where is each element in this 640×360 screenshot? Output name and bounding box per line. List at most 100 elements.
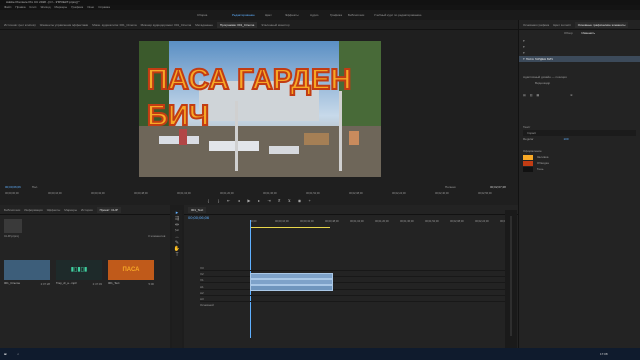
title-thumb-icon: ПАСА <box>122 267 140 273</box>
edit-tab[interactable]: Изменить <box>581 31 595 35</box>
mark-in-icon[interactable]: { <box>206 198 211 203</box>
source-tab[interactable]: Микш. аудиоклипа: 001_Cinema <box>92 23 136 27</box>
timeline-tick: 00;00;16;00 <box>275 220 289 223</box>
go-to-out-icon[interactable]: ⇥ <box>267 198 272 203</box>
timeline-tab[interactable]: 001_Text <box>188 207 207 213</box>
fit-select[interactable]: Пол. <box>32 185 38 189</box>
ruler-tick: 00;02;56;00 <box>478 192 492 195</box>
stroke-color-swatch[interactable] <box>523 160 533 166</box>
workspace-tab[interactable]: Библиотеки <box>348 10 364 20</box>
project-thumb-icon <box>4 219 22 233</box>
work-area-bar[interactable] <box>250 227 330 228</box>
ruler-tick: 00;00;32;00 <box>91 192 105 195</box>
fill-color-swatch[interactable] <box>523 154 533 160</box>
shadow-color-swatch[interactable] <box>523 166 533 172</box>
ruler-tick: 00;01;52;00 <box>306 192 320 195</box>
workspace-tab[interactable]: Графика <box>330 10 342 20</box>
search-icon[interactable]: ⌕ <box>17 352 19 356</box>
ruler-tick: 00;00;16;00 <box>48 192 62 195</box>
timeline-tick: 00;02;08;00 <box>450 220 464 223</box>
text-layer-icon: T <box>523 57 525 61</box>
source-tabs: Источник: (нет клипов) Элементы управлени… <box>0 20 518 30</box>
font-size-value[interactable]: 100 <box>564 137 569 141</box>
workspace-tab[interactable]: Эффекты <box>285 10 299 20</box>
font-select[interactable]: Impact <box>527 131 536 135</box>
project-item[interactable]: ▮▯▮▯▮ Trap_dr_a...mp3 2:47:03 <box>56 260 104 288</box>
go-to-in-icon[interactable]: ⇤ <box>226 198 231 203</box>
project-tab[interactable]: Библиотеки <box>4 208 20 212</box>
menu-item[interactable]: Эпизод <box>40 5 50 9</box>
menu-item[interactable]: Графика <box>71 5 83 9</box>
position-icon[interactable]: ⊕ <box>570 92 573 98</box>
timeline-tick: 00;01;36;00 <box>400 220 414 223</box>
browse-tab[interactable]: Обзор <box>564 31 573 35</box>
source-tab[interactable]: Микшер аудиодорожек: 001_Cinema <box>141 23 192 27</box>
export-frame-icon[interactable]: ◉ <box>297 198 302 203</box>
lift-icon[interactable]: ⊼ <box>277 198 282 203</box>
type-icon[interactable]: T <box>172 252 182 258</box>
project-item[interactable]: 001_Cinema 2:07:28 <box>4 260 52 288</box>
mark-out-icon[interactable]: } <box>216 198 221 203</box>
audio-meters <box>505 210 517 348</box>
ruler-tick: 00;01;20;00 <box>220 192 234 195</box>
project-item[interactable]: ПАСА 001_Text 5:00 <box>108 260 156 288</box>
graphics-tab[interactable]: Цвет Lumetri <box>553 23 571 27</box>
layer-name[interactable]: ПАСА ГАРДЕН БИЧ <box>526 57 553 61</box>
menu-item[interactable]: Файл <box>4 5 11 9</box>
timeline-tick: 00;01;52;00 <box>425 220 439 223</box>
project-item-duration: 2:47:03 <box>92 282 102 286</box>
ruler-tick: 00;02;08;00 <box>349 192 363 195</box>
project-tab[interactable]: Проект: CLIP <box>96 207 121 213</box>
align-left-icon[interactable]: ▤ <box>523 92 526 98</box>
timeline-tick: 00;01;20;00 <box>375 220 389 223</box>
menu-item[interactable]: Маркеры <box>55 5 68 9</box>
project-items: 001_Cinema 2:07:28 ▮▯▮▯▮ Trap_dr_a...mp3 2:4… <box>4 260 168 290</box>
align-center-icon[interactable]: ▥ <box>530 92 533 98</box>
menu-item[interactable]: Клип <box>30 5 37 9</box>
menu-item[interactable]: Правка <box>15 5 25 9</box>
essential-graphics-panel: Основная графика Цвет Lumetri Основные гра… <box>518 20 640 348</box>
project-tab[interactable]: Эффекты <box>47 208 61 212</box>
source-tab[interactable]: Элементы управления эффектами <box>40 23 89 27</box>
project-tab[interactable]: История <box>81 208 93 212</box>
step-back-icon[interactable]: ◂ <box>236 198 241 203</box>
workspace-tab[interactable]: Учебный курс по редактированию <box>374 10 421 20</box>
text-section-label: Текст <box>523 125 531 129</box>
align-right-icon[interactable]: ▦ <box>536 92 539 98</box>
source-tab[interactable]: Эталонный монитор <box>261 23 289 27</box>
project-tab[interactable]: Информация <box>24 208 42 212</box>
video-tracks: V3 V2 V1 <box>200 265 516 283</box>
title-overlay-line1: ПАСА ГАРДЕН <box>146 64 352 96</box>
workspace-tab[interactable]: Редактирование <box>232 10 255 20</box>
extract-icon[interactable]: ⊻ <box>287 198 292 203</box>
timeline-timecode[interactable]: 00;00;06;06 <box>188 215 209 220</box>
start-icon[interactable]: ⊞ <box>4 352 7 356</box>
menu-item[interactable]: Справка <box>98 5 110 9</box>
quality-select[interactable]: Полная <box>445 185 455 189</box>
graphics-tab[interactable]: Основные графические элементы <box>574 22 629 28</box>
master-track-label: Основной <box>200 303 214 307</box>
project-tabs: Библиотеки Информация Эффекты Маркеры Истори… <box>0 205 170 215</box>
menu-item[interactable]: Окно <box>87 5 94 9</box>
graphics-tab[interactable]: Основная графика <box>523 23 549 27</box>
ruler-tick: 00;01;04;00 <box>177 192 191 195</box>
workspace-tab[interactable]: Аудио <box>310 10 318 20</box>
step-forward-icon[interactable]: ▸ <box>257 198 262 203</box>
play-icon[interactable]: ▶ <box>246 198 251 203</box>
video-track-header[interactable]: V1 <box>200 277 516 283</box>
audio-clip[interactable] <box>250 285 333 291</box>
project-tab[interactable]: Маркеры <box>64 208 77 212</box>
workspace-tab[interactable]: Цвет <box>265 10 272 20</box>
pin-to-select[interactable]: Видеокадр <box>535 81 550 85</box>
workspace-tab[interactable]: Сборка <box>197 10 207 20</box>
source-tab[interactable]: Метаданные <box>195 23 213 27</box>
font-style-select[interactable]: Regular <box>523 137 534 141</box>
source-tab[interactable]: Источник: (нет клипов) <box>4 23 36 27</box>
timeline-ruler[interactable]: 00;00 00;00;16;00 00;00;32;00 00;00;48;00 00… <box>250 220 516 225</box>
source-tab[interactable]: Программа: 001_Cinema <box>216 22 258 28</box>
audio-track-header[interactable]: A3 <box>200 296 516 302</box>
project-item-name: 001_Text <box>108 281 120 285</box>
add-button-icon[interactable]: + <box>307 198 312 203</box>
program-timecode[interactable]: 00;00;06;06 <box>5 185 21 189</box>
graphics-tabs: Основная графика Цвет Lumetri Основные гра… <box>519 20 640 30</box>
